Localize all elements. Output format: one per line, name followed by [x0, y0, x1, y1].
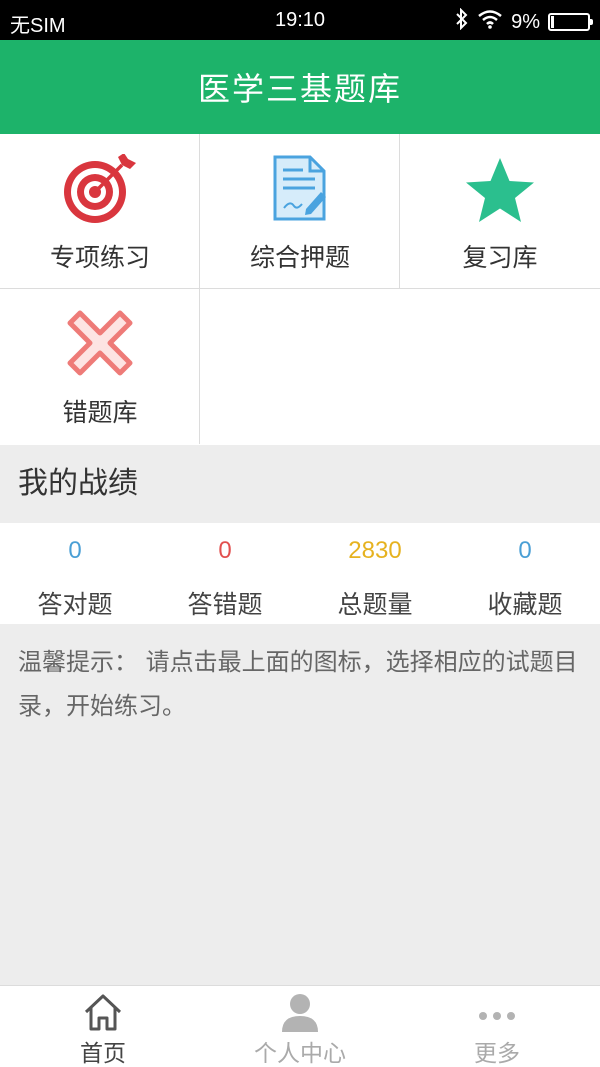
menu-item-label: 复习库: [462, 243, 538, 272]
nav-label: 个人中心: [254, 1041, 346, 1067]
menu-item-label: 错题库: [62, 398, 138, 427]
stat-total[interactable]: 2830 总题量: [300, 523, 450, 624]
stat-value: 0: [518, 537, 532, 564]
menu-item-comprehensive[interactable]: 综合押题: [200, 134, 400, 289]
bluetooth-icon: [455, 7, 469, 36]
nav-home[interactable]: 首页: [3, 986, 203, 1067]
nav-label: 更多: [474, 1041, 520, 1067]
document-pen-icon: [200, 154, 400, 226]
menu-item-label: 专项练习: [49, 243, 150, 272]
wifi-icon: [477, 9, 503, 35]
bottom-nav: 首页 个人中心 更多: [0, 985, 600, 1067]
person-icon: [200, 992, 400, 1034]
target-icon: [0, 154, 200, 226]
menu-item-special-practice[interactable]: 专项练习: [0, 134, 200, 289]
stat-value: 2830: [348, 537, 402, 564]
battery-fill: [551, 16, 554, 28]
stat-favorites[interactable]: 0 收藏题: [450, 523, 600, 624]
status-bar: 无SIM 19:10 9%: [0, 0, 600, 40]
stat-value: 0: [218, 537, 232, 564]
nav-profile[interactable]: 个人中心: [200, 986, 400, 1067]
status-right-group: 9%: [455, 7, 593, 36]
battery-percent: 9%: [511, 10, 540, 33]
home-icon: [3, 992, 203, 1034]
stat-label: 答对题: [37, 590, 113, 619]
battery-icon: [548, 13, 593, 31]
menu-item-review[interactable]: 复习库: [400, 134, 600, 289]
stat-label: 答错题: [187, 590, 263, 619]
stat-correct[interactable]: 0 答对题: [0, 523, 150, 624]
stats-row: 0 答对题 0 答错题 2830 总题量 0 收藏题: [0, 523, 600, 624]
nav-label: 首页: [80, 1041, 126, 1067]
section-title-record: 我的战绩: [0, 445, 600, 523]
more-icon: [397, 992, 597, 1034]
menu-grid: 专项练习 综合押题 复习库 错题库: [0, 134, 600, 445]
tip-text: 温馨提示： 请点击最上面的图标，选择相应的试题目录，开始练习。: [18, 648, 578, 720]
stat-label: 收藏题: [487, 590, 563, 619]
app-header: 医学三基题库: [0, 40, 600, 134]
nav-more[interactable]: 更多: [397, 986, 597, 1067]
cross-icon: [0, 309, 200, 381]
menu-item-wrong-questions[interactable]: 错题库: [0, 289, 200, 444]
page-title: 医学三基题库: [197, 70, 402, 108]
stat-value: 0: [68, 537, 82, 564]
stat-wrong[interactable]: 0 答错题: [150, 523, 300, 624]
menu-item-label: 综合押题: [249, 243, 350, 272]
stat-label: 总题量: [337, 590, 413, 619]
star-icon: [400, 154, 600, 226]
